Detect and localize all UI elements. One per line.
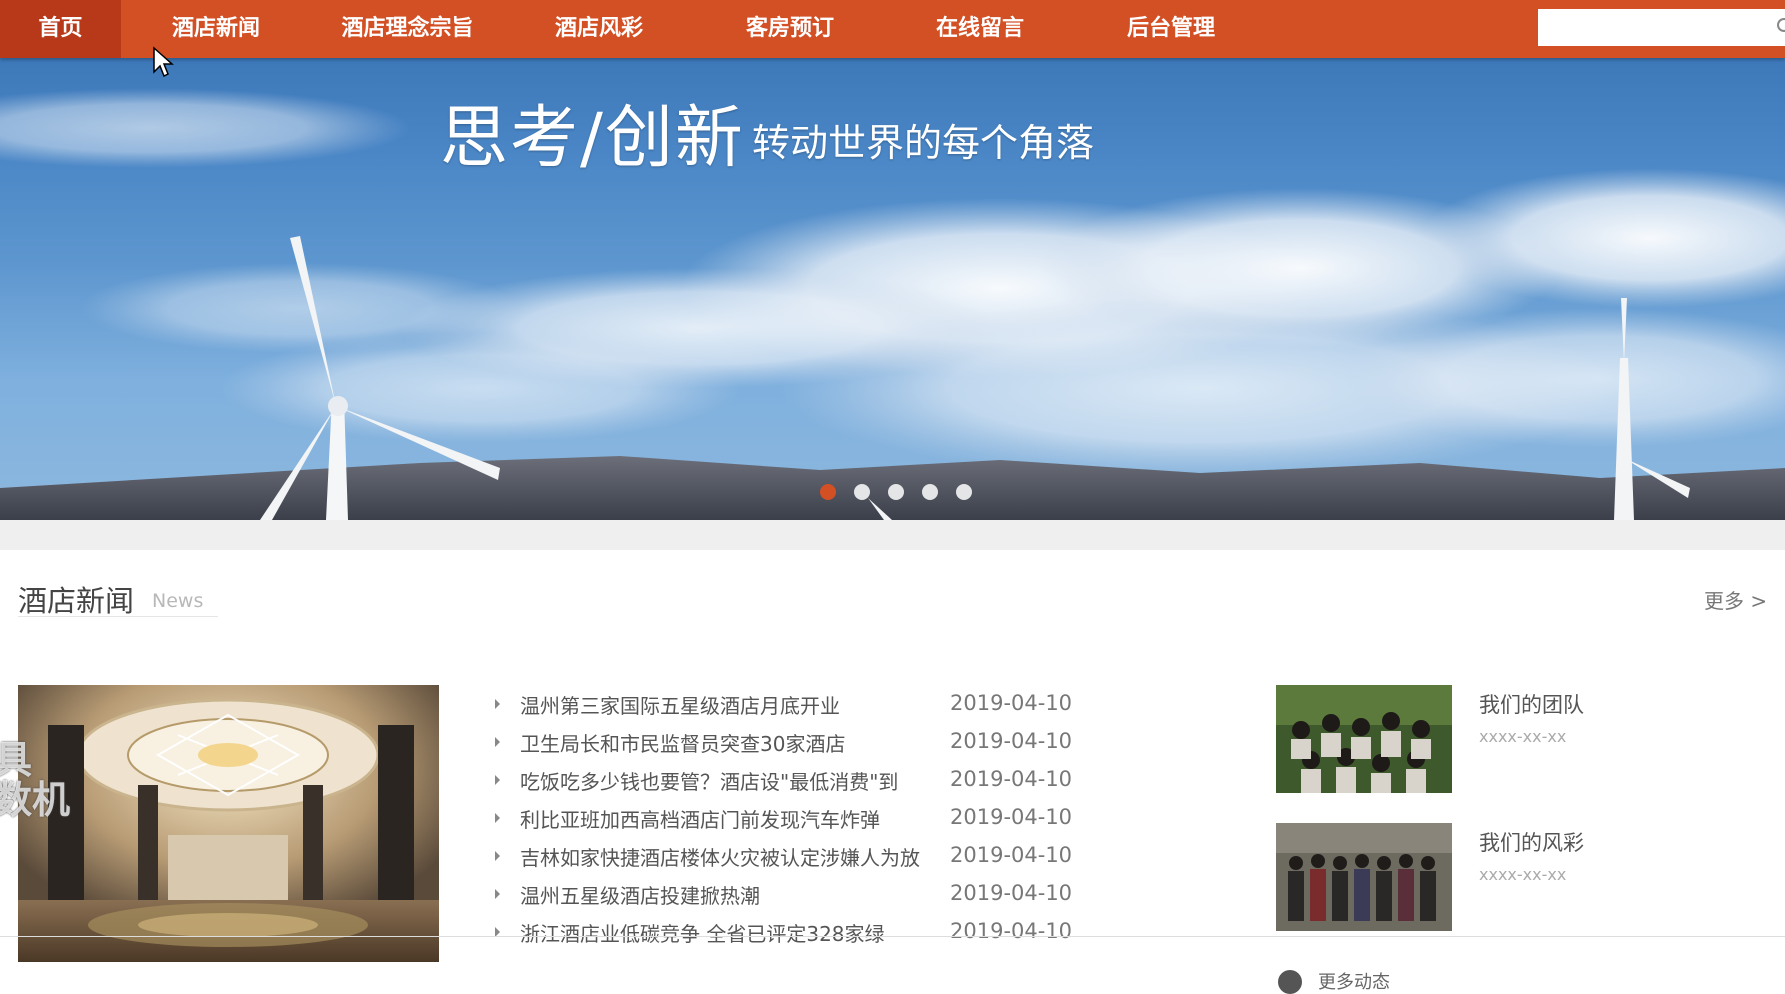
bottom-divider	[0, 936, 1785, 937]
mouse-cursor-icon	[153, 46, 174, 78]
nav-item-room-booking[interactable]: 客房预订	[722, 0, 858, 58]
search-input[interactable]	[1538, 9, 1785, 46]
bullet-icon	[495, 737, 500, 747]
hero-banner: 思考/创新 转动世界的每个角落	[0, 58, 1785, 520]
side-card-date: xxxx-xx-xx	[1479, 865, 1567, 884]
section-title-en: News	[152, 590, 204, 612]
team-photo[interactable]	[1276, 685, 1452, 793]
carousel-dot-4[interactable]	[922, 484, 938, 500]
news-date: 2019-04-10	[950, 843, 1073, 867]
news-item[interactable]: 温州第三家国际五星级酒店月底开业 2019-04-10	[492, 686, 1072, 724]
news-date: 2019-04-10	[950, 805, 1073, 829]
bullet-icon	[495, 889, 500, 899]
nav-item-hotel-philosophy[interactable]: 酒店理念宗旨	[325, 0, 490, 58]
style-card: 我们的风彩 xxxx-xx-xx	[1276, 823, 1696, 931]
more-news-icon	[1278, 970, 1302, 994]
side-card-date: xxxx-xx-xx	[1479, 727, 1567, 746]
nav-item-hotel-style[interactable]: 酒店风彩	[534, 0, 664, 58]
news-item[interactable]: 浙江酒店业低碳竞争 全省已评定328家绿 2019-04-10	[492, 914, 1072, 952]
carousel-dots	[820, 484, 990, 504]
banner-subtitle: 转动世界的每个角落	[752, 121, 1095, 165]
banner-title: 思考/创新	[440, 99, 745, 178]
search-box	[1538, 9, 1785, 46]
bullet-icon	[495, 775, 500, 785]
news-title[interactable]: 温州五星级酒店投建掀热潮	[520, 880, 935, 909]
side-card-title[interactable]: 我们的风彩	[1479, 827, 1584, 857]
news-title[interactable]: 浙江酒店业低碳竞争 全省已评定328家绿	[520, 918, 935, 947]
more-news-link[interactable]: 更多动态	[1318, 968, 1390, 994]
news-title[interactable]: 卫生局长和市民监督员突查30家酒店	[520, 728, 935, 757]
top-nav: 首页 酒店新闻 酒店理念宗旨 酒店风彩 客房预订 在线留言 后台管理	[0, 0, 1785, 58]
news-title[interactable]: 吃饭吃多少钱也要管？酒店设"最低消费"到	[520, 766, 935, 795]
group-photo[interactable]	[1276, 823, 1452, 931]
news-item[interactable]: 卫生局长和市民监督员突查30家酒店 2019-04-10	[492, 724, 1072, 762]
news-date: 2019-04-10	[950, 729, 1073, 753]
news-title[interactable]: 利比亚班加西高档酒店门前发现汽车炸弹	[520, 804, 935, 833]
side-card-title[interactable]: 我们的团队	[1479, 689, 1584, 719]
carousel-dot-2[interactable]	[854, 484, 870, 500]
bullet-icon	[495, 851, 500, 861]
watermark-fragment: 具数机	[0, 738, 71, 822]
carousel-dot-5[interactable]	[956, 484, 972, 500]
news-item[interactable]: 吉林如家快捷酒店楼体火灾被认定涉嫌人为放 2019-04-10	[492, 838, 1072, 876]
news-date: 2019-04-10	[950, 919, 1073, 943]
news-title[interactable]: 吉林如家快捷酒店楼体火灾被认定涉嫌人为放	[520, 842, 935, 871]
news-list: 温州第三家国际五星级酒店月底开业 2019-04-10 卫生局长和市民监督员突查…	[492, 686, 1072, 952]
news-date: 2019-04-10	[950, 767, 1073, 791]
news-title[interactable]: 温州第三家国际五星级酒店月底开业	[520, 690, 935, 719]
bullet-icon	[495, 699, 500, 709]
news-date: 2019-04-10	[950, 881, 1073, 905]
bullet-icon	[495, 813, 500, 823]
nav-item-admin[interactable]: 后台管理	[1103, 0, 1239, 58]
more-link[interactable]: 更多 >	[1704, 585, 1767, 614]
carousel-dot-1[interactable]	[820, 484, 836, 500]
search-icon[interactable]	[1777, 18, 1785, 32]
news-date: 2019-04-10	[950, 691, 1073, 715]
title-underline	[18, 616, 218, 617]
section-divider	[0, 520, 1785, 550]
nav-item-home[interactable]: 首页	[0, 0, 121, 58]
news-item[interactable]: 温州五星级酒店投建掀热潮 2019-04-10	[492, 876, 1072, 914]
section-title: 酒店新闻	[18, 584, 135, 618]
nav-item-online-message[interactable]: 在线留言	[912, 0, 1048, 58]
team-card: 我们的团队 xxxx-xx-xx	[1276, 685, 1696, 793]
news-item[interactable]: 利比亚班加西高档酒店门前发现汽车炸弹 2019-04-10	[492, 800, 1072, 838]
news-item[interactable]: 吃饭吃多少钱也要管？酒店设"最低消费"到 2019-04-10	[492, 762, 1072, 800]
hotel-lobby-image[interactable]	[18, 685, 439, 962]
carousel-dot-3[interactable]	[888, 484, 904, 500]
